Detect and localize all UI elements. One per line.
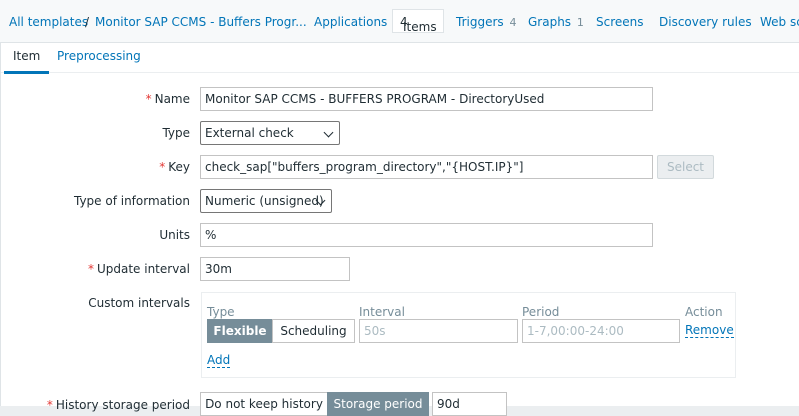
- history-period-input[interactable]: 90d: [432, 392, 507, 416]
- type-label: Type: [162, 126, 190, 140]
- type-of-information-select[interactable]: Numeric (unsigned): [200, 189, 332, 213]
- update-interval-label-text: Update interval: [96, 262, 190, 276]
- nav-applications[interactable]: Applications: [314, 15, 387, 29]
- item-form-panel: Item Preprocessing * Name Monitor SAP CCM…: [0, 43, 799, 416]
- nav-items[interactable]: Items 4: [392, 9, 444, 34]
- remove-interval-link[interactable]: Remove: [685, 324, 734, 338]
- type-select[interactable]: External check: [200, 121, 340, 145]
- col-action-header: Action: [685, 305, 723, 319]
- name-input[interactable]: Monitor SAP CCMS - BUFFERS PROGRAM - Dir…: [200, 87, 653, 111]
- col-type-header: Type: [207, 305, 235, 319]
- name-label: * Name: [146, 92, 190, 106]
- nav-triggers-count: 4: [509, 16, 517, 29]
- type-of-information-label: Type of information: [73, 194, 190, 208]
- add-interval-link[interactable]: Add: [207, 354, 231, 368]
- flexible-toggle[interactable]: Flexible: [207, 319, 273, 343]
- form-tabs: Item Preprocessing: [1, 43, 799, 74]
- nav-graphs-label: Graphs: [528, 15, 572, 29]
- storage-period-toggle[interactable]: Storage period: [327, 392, 429, 416]
- units-label: Units: [159, 228, 190, 242]
- required-marker: *: [87, 262, 94, 276]
- nav-graphs-count: 1: [576, 16, 584, 29]
- tab-item[interactable]: Item: [3, 49, 50, 74]
- type-of-information-value: Numeric (unsigned): [205, 194, 324, 208]
- update-interval-label: * Update interval: [88, 262, 190, 276]
- key-label-text: Key: [168, 160, 190, 174]
- required-marker: *: [46, 398, 53, 412]
- required-marker: *: [159, 160, 166, 174]
- top-navigation: All templates / Monitor SAP CCMS - Buffe…: [0, 0, 799, 43]
- nav-items-label: Items: [403, 20, 437, 34]
- units-input[interactable]: %: [200, 223, 653, 247]
- name-label-text: Name: [154, 92, 190, 106]
- history-storage-label: * History storage period: [47, 398, 190, 412]
- do-not-keep-history-toggle[interactable]: Do not keep history: [200, 392, 328, 416]
- custom-intervals-table: Type Interval Period Action Flexible Sch…: [201, 292, 736, 378]
- period-input[interactable]: 1-7,00:00-24:00: [522, 319, 680, 343]
- type-select-value: External check: [205, 126, 294, 140]
- custom-intervals-label: Custom intervals: [88, 296, 190, 310]
- nav-discovery-rules[interactable]: Discovery rules: [659, 15, 752, 29]
- tab-preprocessing[interactable]: Preprocessing: [57, 49, 141, 63]
- col-interval-header: Interval: [359, 305, 405, 319]
- nav-web-scenarios[interactable]: Web sc: [760, 15, 799, 29]
- nav-screens[interactable]: Screens: [596, 15, 644, 29]
- nav-triggers[interactable]: Triggers 4: [456, 15, 516, 29]
- update-interval-input[interactable]: 30m: [200, 257, 350, 281]
- breadcrumb-separator: /: [85, 15, 90, 29]
- nav-graphs[interactable]: Graphs 1: [528, 15, 584, 29]
- col-period-header: Period: [522, 305, 560, 319]
- key-input[interactable]: check_sap["buffers_program_directory","{…: [200, 155, 653, 179]
- breadcrumb-all-templates[interactable]: All templates: [9, 15, 88, 29]
- nav-triggers-label: Triggers: [456, 15, 504, 29]
- chevron-down-icon: [323, 127, 334, 138]
- key-select-button[interactable]: Select: [657, 155, 714, 179]
- breadcrumb-template[interactable]: Monitor SAP CCMS - Buffers Progr...: [95, 15, 307, 29]
- interval-input[interactable]: 50s: [359, 319, 518, 343]
- history-storage-label-text: History storage period: [55, 398, 190, 412]
- required-marker: *: [145, 92, 152, 106]
- key-label: * Key: [159, 160, 190, 174]
- scheduling-toggle[interactable]: Scheduling: [272, 319, 355, 343]
